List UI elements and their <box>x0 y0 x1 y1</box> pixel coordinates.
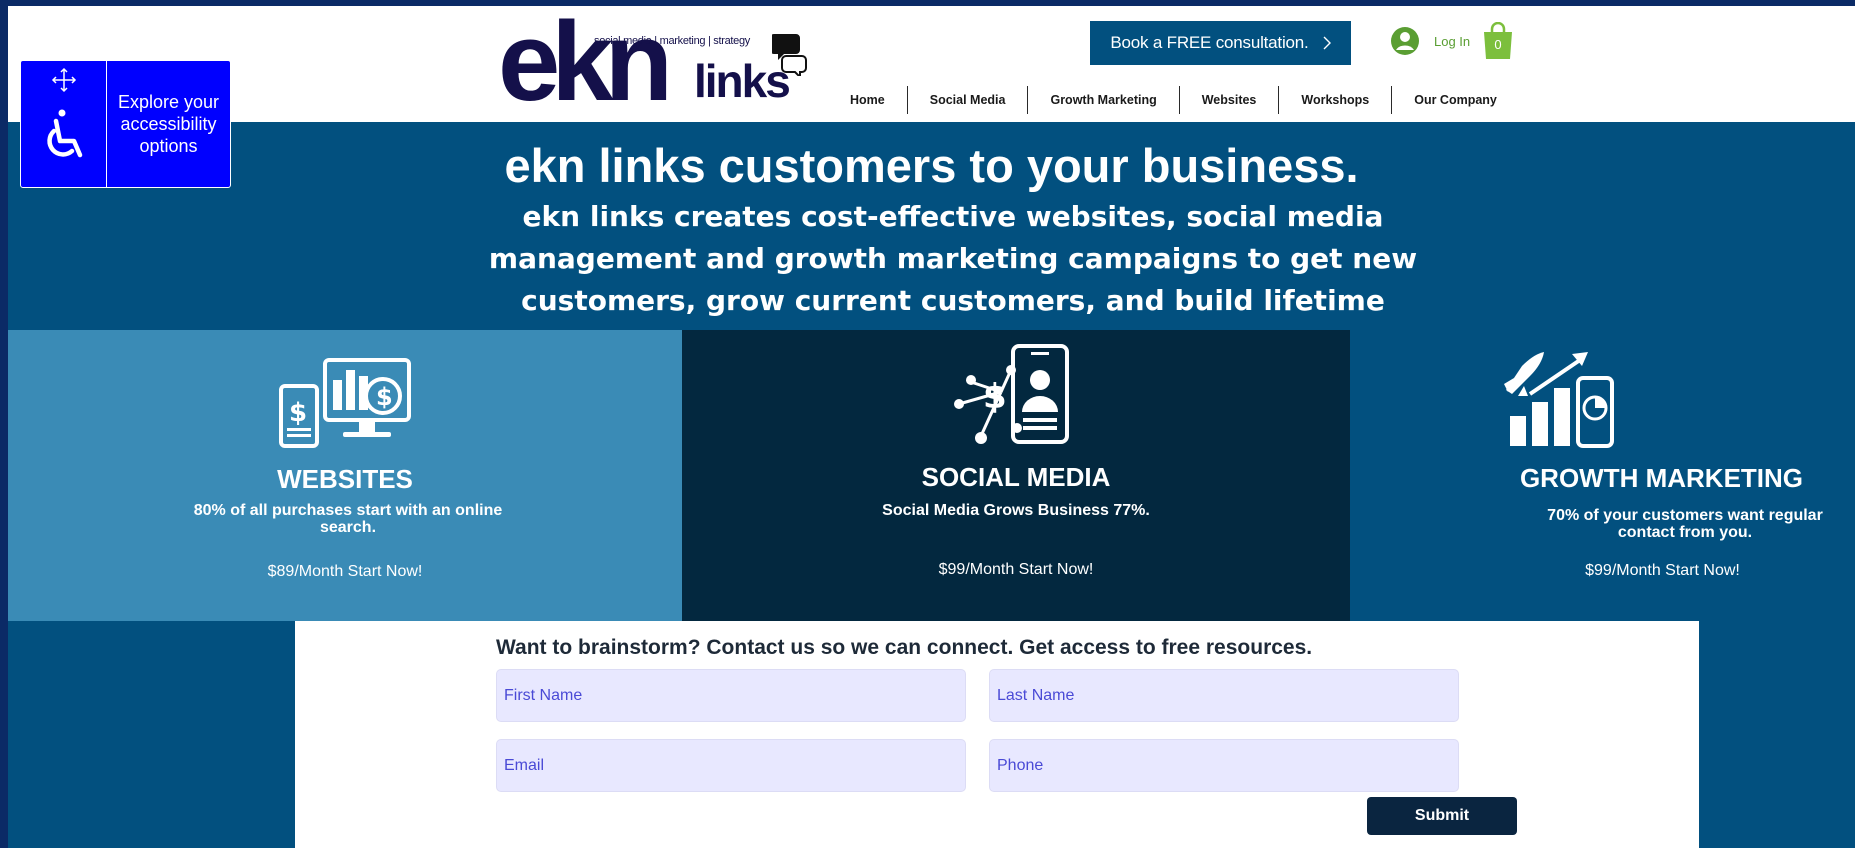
login-label: Log In <box>1434 33 1471 49</box>
site-logo[interactable]: ekn links social media | marketing | str… <box>498 6 818 118</box>
cart-count: 0 <box>1494 37 1502 52</box>
social-phone-network-icon: $ <box>954 344 1069 444</box>
service-title: SOCIAL MEDIA <box>921 462 1111 492</box>
service-price-link[interactable]: $99/Month Start Now! <box>1470 562 1855 580</box>
service-card-websites[interactable]: $ $ WEBSITES 80% of all purchases start … <box>8 330 682 621</box>
last-name-field[interactable] <box>989 669 1459 722</box>
service-price-link[interactable]: $89/Month Start Now! <box>8 563 682 581</box>
rocket-growth-icon <box>1504 352 1614 448</box>
form-heading: Want to brainstorm? Contact us so we can… <box>496 636 1313 659</box>
email-field[interactable] <box>496 739 966 792</box>
logo-big-text: ekn <box>498 6 673 124</box>
main-nav: Home Social Media Growth Marketing Websi… <box>828 86 1519 114</box>
site-header: ekn links social media | marketing | str… <box>8 6 1855 122</box>
service-description: Social Media Grows Business 77%. <box>882 502 1150 519</box>
page: ekn links social media | marketing | str… <box>8 6 1855 848</box>
svg-text:$: $ <box>376 383 393 411</box>
submit-button[interactable]: Submit <box>1367 797 1517 835</box>
nav-item-our-company[interactable]: Our Company <box>1391 86 1519 114</box>
logo-tagline: social media | marketing | strategy <box>594 35 751 47</box>
book-consultation-label: Book a FREE consultation. <box>1110 33 1309 52</box>
book-consultation-button[interactable]: Book a FREE consultation. <box>1090 21 1351 65</box>
nav-item-social-media[interactable]: Social Media <box>906 86 1028 114</box>
first-name-field[interactable] <box>496 669 966 722</box>
svg-text:$: $ <box>289 398 307 428</box>
user-avatar-icon <box>1391 27 1419 55</box>
cart-button[interactable]: 0 <box>1481 21 1515 60</box>
contact-form: Want to brainstorm? Contact us so we can… <box>295 621 1699 848</box>
service-title: WEBSITES <box>277 464 413 494</box>
service-title: GROWTH MARKETING <box>1519 463 1804 493</box>
chat-bubbles-icon <box>772 34 807 76</box>
nav-item-workshops[interactable]: Workshops <box>1278 86 1391 114</box>
phone-field[interactable] <box>989 739 1459 792</box>
move-arrows-icon[interactable] <box>51 67 77 93</box>
phone-input[interactable] <box>997 740 1451 791</box>
service-price-link[interactable]: $99/Month Start Now! <box>682 561 1350 579</box>
devices-dollar-icon: $ $ <box>279 358 411 448</box>
service-description: 80% of all purchases start with an onlin… <box>193 502 503 536</box>
service-card-social-media[interactable]: $ SOCIAL MEDIA Social Media Grows Busine… <box>682 330 1350 621</box>
login-button[interactable]: Log In <box>1390 26 1470 56</box>
hero-title: ekn links customers to your business. <box>504 139 1359 192</box>
nav-item-home[interactable]: Home <box>828 86 907 114</box>
service-card-growth-marketing[interactable]: GROWTH MARKETING 70% of your customers w… <box>1350 330 1855 621</box>
service-cards: $ $ WEBSITES 80% of all purchases start … <box>8 330 1855 621</box>
chevron-right-icon <box>1323 36 1331 50</box>
email-input[interactable] <box>504 740 958 791</box>
nav-item-websites[interactable]: Websites <box>1178 86 1279 114</box>
service-description: 70% of your customers want regular conta… <box>1547 507 1823 541</box>
nav-item-growth-marketing[interactable]: Growth Marketing <box>1027 86 1178 114</box>
first-name-input[interactable] <box>504 670 958 721</box>
last-name-input[interactable] <box>997 670 1451 721</box>
svg-text:$: $ <box>983 377 1007 417</box>
